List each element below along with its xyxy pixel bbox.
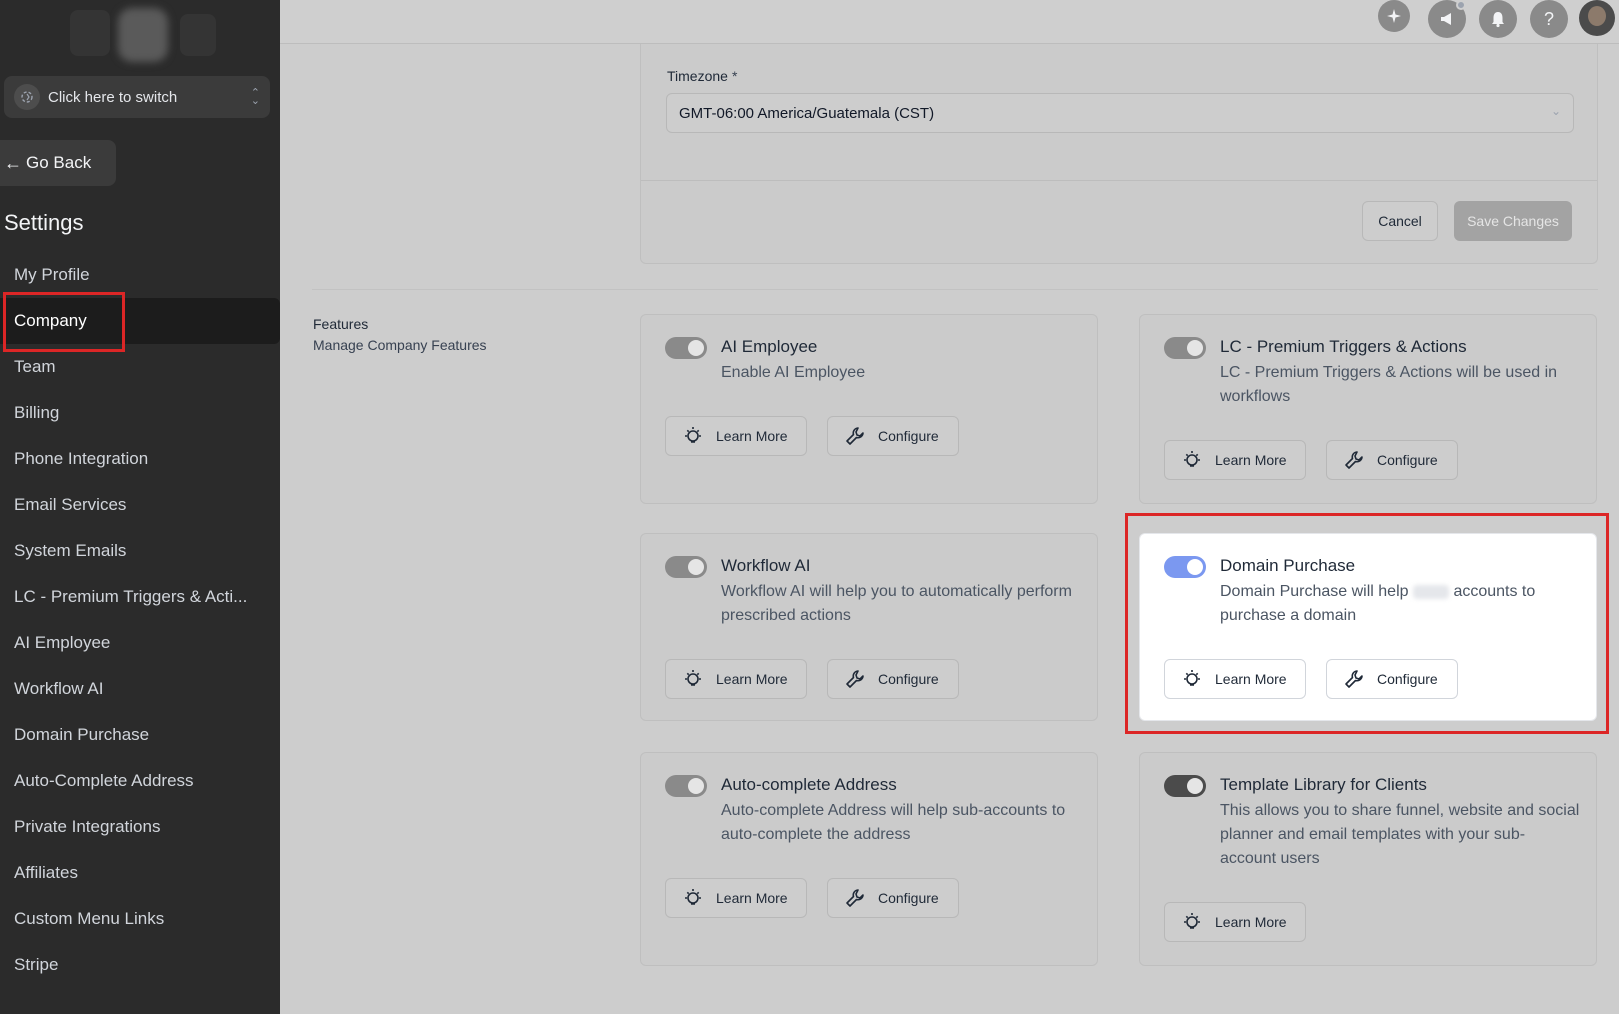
feature-card-ai-employee: AI Employee Enable AI Employee Learn Mor… [640,314,1098,504]
sidebar-item-billing[interactable]: Billing [0,390,280,436]
sidebar-item-private-integrations[interactable]: Private Integrations [0,804,280,850]
configure-button[interactable]: Configure [827,878,959,918]
feature-toggle[interactable] [1164,775,1206,797]
settings-nav: My Profile Company Team Billing Phone In… [0,252,280,988]
wrench-icon [842,666,868,692]
feature-title: AI Employee [721,337,818,356]
sidebar-item-affiliates[interactable]: Affiliates [0,850,280,896]
timezone-label: Timezone * [667,68,737,84]
switch-account-icon [14,84,40,110]
go-back-label: Go Back [26,153,92,172]
configure-label: Configure [878,890,939,906]
top-bar: ? [280,0,1619,44]
feature-card-auto-complete-address: Auto-complete Address Auto-complete Addr… [640,752,1098,966]
feature-toggle[interactable] [1164,337,1206,359]
feature-title: Template Library for Clients [1220,775,1427,794]
ai-sparkle-icon[interactable] [1378,0,1410,32]
configure-label: Configure [878,428,939,444]
divider [641,180,1597,181]
required-mark: * [731,68,738,84]
company-highlight-annotation [3,292,125,352]
go-back-button[interactable]: ← Go Back [0,140,116,186]
features-subheading: Manage Company Features [313,337,487,353]
cancel-button[interactable]: Cancel [1362,201,1438,241]
feature-description: LC - Premium Triggers & Actions will be … [1220,364,1558,405]
settings-heading: Settings [4,210,84,235]
feature-description: Auto-complete Address will help sub-acco… [721,802,1066,843]
account-switcher[interactable]: Click here to switch ⌃ ⌄ [4,76,270,118]
feature-description: Workflow AI will help you to automatical… [721,583,1072,624]
lightbulb-icon [1179,447,1205,473]
feature-description: This allows you to share funnel, website… [1220,802,1580,867]
lightbulb-icon [1179,909,1205,935]
save-changes-button[interactable]: Save Changes [1454,201,1572,241]
chevron-up-down-icon: ⌃ ⌄ [250,87,260,107]
sidebar-item-custom-menu-links[interactable]: Custom Menu Links [0,896,280,942]
sidebar-item-auto-complete-address[interactable]: Auto-Complete Address [0,758,280,804]
timezone-value: GMT-06:00 America/Guatemala (CST) [679,104,935,122]
learn-more-button[interactable]: Learn More [665,416,807,456]
sidebar-item-workflow-ai[interactable]: Workflow AI [0,666,280,712]
configure-label: Configure [878,671,939,687]
wrench-icon [842,423,868,449]
sidebar-item-system-emails[interactable]: System Emails [0,528,280,574]
timezone-select[interactable]: GMT-06:00 America/Guatemala (CST) ⌄ [666,93,1574,133]
help-icon[interactable]: ? [1530,0,1568,38]
sidebar: Click here to switch ⌃ ⌄ ← Go Back Settin… [0,0,280,1014]
sidebar-item-stripe[interactable]: Stripe [0,942,280,988]
learn-more-label: Learn More [716,428,788,444]
configure-label: Configure [1377,452,1438,468]
learn-more-button[interactable]: Learn More [1164,902,1306,942]
learn-more-label: Learn More [716,890,788,906]
configure-button[interactable]: Configure [827,416,959,456]
feature-title: Auto-complete Address [721,775,897,794]
feature-card-template-library: Template Library for Clients This allows… [1139,752,1597,966]
learn-more-button[interactable]: Learn More [1164,440,1306,480]
configure-button[interactable]: Configure [827,659,959,699]
arrow-left-icon: ← [4,152,22,173]
wrench-icon [1341,447,1367,473]
learn-more-button[interactable]: Learn More [665,659,807,699]
feature-card-workflow-ai: Workflow AI Workflow AI will help you to… [640,533,1098,721]
help-glyph: ? [1543,8,1554,29]
lightbulb-icon [680,885,706,911]
user-avatar[interactable] [1579,0,1615,36]
configure-button[interactable]: Configure [1326,440,1458,480]
feature-toggle[interactable] [665,556,707,578]
feature-card-lc-premium-triggers: LC - Premium Triggers & Actions LC - Pre… [1139,314,1597,504]
wrench-icon [842,885,868,911]
lightbulb-icon [680,423,706,449]
learn-more-label: Learn More [1215,452,1287,468]
feature-toggle[interactable] [665,337,707,359]
feature-title: LC - Premium Triggers & Actions [1220,337,1467,356]
sidebar-item-phone-integration[interactable]: Phone Integration [0,436,280,482]
feature-toggle[interactable] [665,775,707,797]
features-heading: Features [313,316,369,332]
company-logo [60,6,220,62]
sidebar-item-domain-purchase[interactable]: Domain Purchase [0,712,280,758]
sidebar-item-email-services[interactable]: Email Services [0,482,280,528]
sidebar-item-ai-employee[interactable]: AI Employee [0,620,280,666]
timezone-label-text: Timezone [667,68,728,84]
account-switcher-label: Click here to switch [48,88,178,106]
bell-icon[interactable] [1479,0,1517,38]
lightbulb-icon [680,666,706,692]
feature-title: Workflow AI [721,556,811,575]
learn-more-label: Learn More [1215,914,1287,930]
megaphone-icon[interactable] [1428,0,1466,38]
domain-purchase-highlight-annotation [1125,513,1609,734]
chevron-down-icon: ⌄ [1550,104,1561,118]
timezone-card: Timezone * GMT-06:00 America/Guatemala (C… [640,44,1598,264]
learn-more-label: Learn More [716,671,788,687]
feature-description: Enable AI Employee [721,364,866,381]
notification-dot [1456,0,1466,10]
sidebar-item-lc-premium-triggers[interactable]: LC - Premium Triggers & Acti... [0,574,280,620]
learn-more-button[interactable]: Learn More [665,878,807,918]
section-divider [312,289,1598,290]
